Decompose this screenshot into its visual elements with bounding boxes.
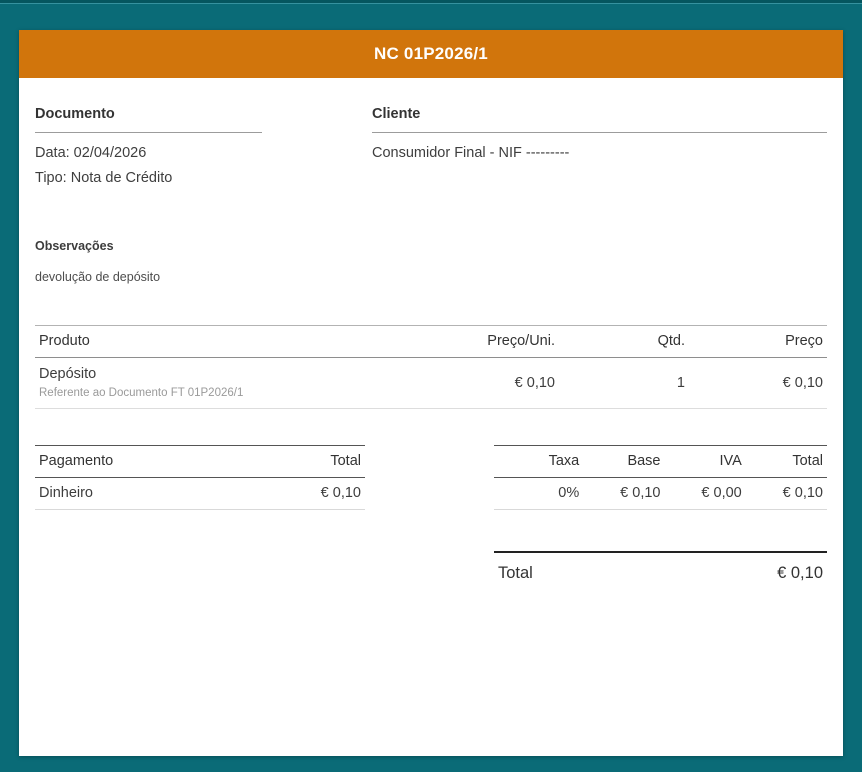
tax-total: € 0,10: [742, 486, 823, 501]
observations-section: Observações devolução de depósito: [35, 239, 827, 285]
col-header-produto: Produto: [39, 334, 385, 349]
product-price: € 0,10: [685, 375, 823, 391]
tax-iva: € 0,00: [661, 486, 742, 501]
document-type: Tipo: Nota de Crédito: [35, 169, 262, 187]
observations-text: devolução de depósito: [35, 270, 827, 285]
col-header-taxa: Taxa: [498, 454, 579, 469]
observations-heading: Observações: [35, 239, 827, 254]
payment-method: Dinheiro: [39, 486, 93, 501]
grand-total-label: Total: [498, 564, 533, 583]
col-header-preco: Preço: [685, 334, 823, 349]
document-body: Documento Data: 02/04/2026 Tipo: Nota de…: [19, 78, 843, 583]
product-name: Depósito: [39, 366, 385, 383]
products-table-header: Produto Preço/Uni. Qtd. Preço: [35, 326, 827, 358]
products-table: Produto Preço/Uni. Qtd. Preço Depósito R…: [35, 325, 827, 409]
grand-total-section: Total € 0,10: [494, 551, 827, 583]
product-cell: Depósito Referente ao Documento FT 01P20…: [39, 366, 385, 400]
tax-rate: 0%: [498, 486, 579, 501]
client-section: Cliente Consumidor Final - NIF ---------: [372, 106, 827, 187]
document-title-bar: NC 01P2026/1: [19, 30, 843, 78]
taxes-table: Taxa Base IVA Total 0% € 0,10 € 0,00 € 0…: [494, 445, 827, 510]
taxes-table-header: Taxa Base IVA Total: [494, 446, 827, 478]
document-date: Data: 02/04/2026: [35, 144, 262, 162]
document-section-heading: Documento: [35, 106, 262, 133]
tax-row: 0% € 0,10 € 0,00 € 0,10: [494, 478, 827, 510]
col-header-base: Base: [579, 454, 660, 469]
window-top-highlight: [0, 3, 862, 4]
tax-base: € 0,10: [579, 486, 660, 501]
col-header-iva: IVA: [661, 454, 742, 469]
credit-note-card: NC 01P2026/1 Documento Data: 02/04/2026 …: [19, 30, 843, 756]
col-header-qtd: Qtd.: [555, 334, 685, 349]
product-quantity: 1: [555, 375, 685, 391]
payment-total: € 0,10: [321, 486, 361, 501]
info-row: Documento Data: 02/04/2026 Tipo: Nota de…: [35, 106, 827, 187]
product-unit-price: € 0,10: [385, 375, 555, 391]
col-header-preco-uni: Preço/Uni.: [385, 334, 555, 349]
grand-total-value: € 0,10: [777, 564, 823, 583]
payments-table-header: Pagamento Total: [35, 446, 365, 478]
payment-row: Dinheiro € 0,10: [35, 478, 365, 510]
document-title: NC 01P2026/1: [374, 44, 488, 64]
col-header-pagamento-total: Total: [330, 454, 361, 469]
client-section-heading: Cliente: [372, 106, 827, 133]
payments-table: Pagamento Total Dinheiro € 0,10: [35, 445, 365, 510]
col-header-pagamento: Pagamento: [39, 454, 113, 469]
client-name: Consumidor Final - NIF ---------: [372, 144, 827, 162]
product-reference: Referente ao Documento FT 01P2026/1: [39, 387, 385, 400]
col-header-taxa-total: Total: [742, 454, 823, 469]
product-row: Depósito Referente ao Documento FT 01P20…: [35, 358, 827, 409]
document-section: Documento Data: 02/04/2026 Tipo: Nota de…: [35, 106, 262, 187]
summary-row: Pagamento Total Dinheiro € 0,10 Taxa Bas…: [35, 445, 827, 510]
